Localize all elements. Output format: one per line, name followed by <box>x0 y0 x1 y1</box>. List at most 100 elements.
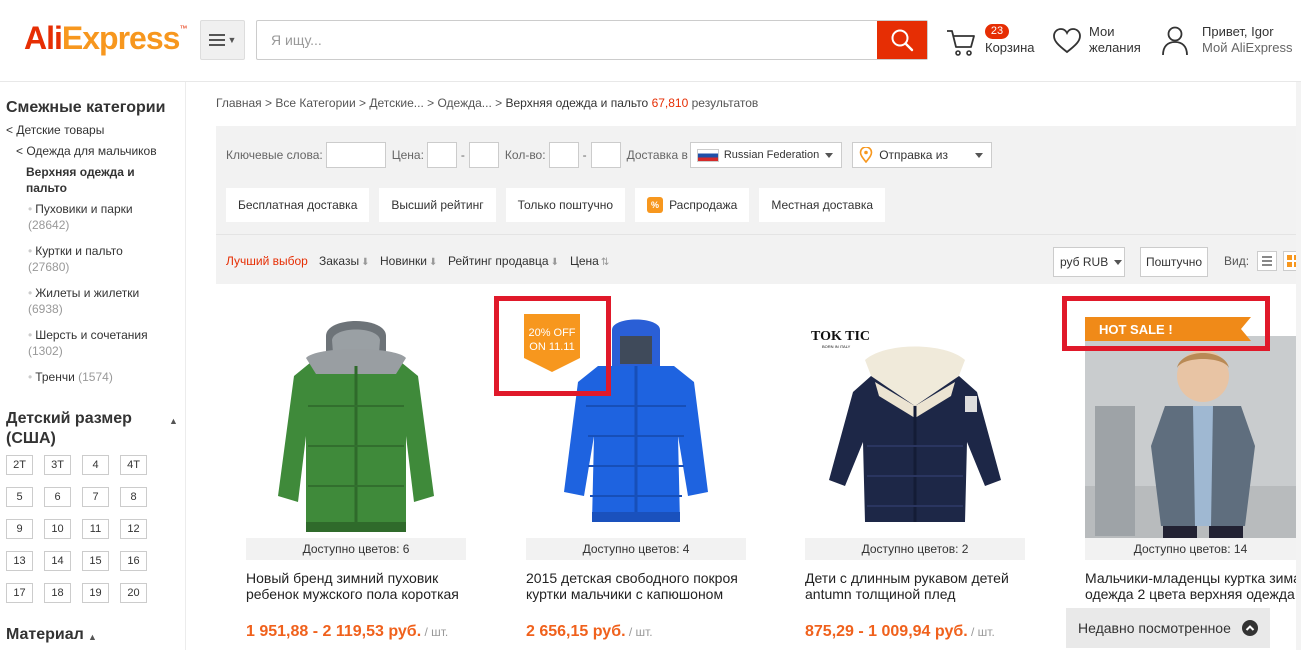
category-parent-link[interactable]: < Детские товары <box>6 122 104 138</box>
sort-price[interactable]: Цена ⇅ <box>570 254 609 268</box>
size-grid: 2T 3T 4 4T 5 6 7 8 9 10 11 12 13 14 15 1… <box>6 455 156 603</box>
sort-arrow-icon: ⬇ <box>550 257 559 268</box>
breadcrumb-home[interactable]: Главная <box>216 96 262 110</box>
product-title[interactable]: Новый бренд зимний пуховик ребенок мужско… <box>246 570 478 602</box>
page-scrollbar[interactable] <box>1296 82 1301 650</box>
search-bar <box>256 20 928 60</box>
sale-filter[interactable]: % Распродажа <box>635 188 750 222</box>
size-option[interactable]: 15 <box>82 551 109 571</box>
product-card[interactable]: TOK TIC BORN IN ITALY Доступно цветов: 2… <box>805 296 1037 650</box>
size-option[interactable]: 3T <box>44 455 71 475</box>
ship-to-dropdown[interactable]: Russian Federation <box>689 142 843 168</box>
aliexpress-logo[interactable]: AliExpress™ <box>24 20 187 57</box>
size-option[interactable]: 18 <box>44 583 71 603</box>
caret-down-icon <box>825 152 834 158</box>
quantity-min-input[interactable] <box>548 142 579 168</box>
breadcrumb-kids[interactable]: Детские... <box>369 96 423 110</box>
wishlist-label-line2: желания <box>1089 40 1141 55</box>
size-option[interactable]: 6 <box>44 487 71 507</box>
product-image[interactable]: TOK TIC BORN IN ITALY <box>805 296 1025 538</box>
breadcrumb-clothing[interactable]: Одежда... <box>437 96 491 110</box>
size-option[interactable]: 8 <box>120 487 147 507</box>
filter-row: Ключевые слова: Цена: - Кол-во: - Достав… <box>226 141 993 169</box>
subcategory-item[interactable]: • Жилеты и жилетки (6938) <box>28 285 178 317</box>
category-sub-link[interactable]: < Одежда для мальчиков <box>16 143 157 159</box>
product-title[interactable]: Мальчики-младенцы куртка зима одежда 2 цв… <box>1085 570 1296 602</box>
breadcrumb-all-categories[interactable]: Все Категории <box>275 96 355 110</box>
currency-dropdown[interactable]: руб RUB <box>1053 247 1125 277</box>
quantity-label: Кол-во: <box>504 148 546 162</box>
size-option[interactable]: 5 <box>6 487 33 507</box>
product-image[interactable] <box>246 296 466 538</box>
keywords-input[interactable] <box>325 142 386 168</box>
per-piece-toggle[interactable]: Поштучно <box>1140 247 1208 277</box>
brand-logo-text: TOK TIC <box>811 329 870 344</box>
hot-sale-banner[interactable]: HOT SALE ! <box>1085 317 1251 341</box>
sort-updown-icon: ⇅ <box>600 257 610 268</box>
discount-badge-line1: 20% OFF <box>528 327 575 339</box>
product-image[interactable] <box>1085 336 1296 538</box>
size-option[interactable]: 2T <box>6 455 33 475</box>
category-menu-button[interactable]: ▼ <box>200 20 245 60</box>
russia-flag-icon <box>696 148 719 162</box>
recently-viewed-button[interactable]: Недавно посмотренное <box>1066 608 1270 648</box>
price-min-input[interactable] <box>426 142 457 168</box>
size-option[interactable]: 7 <box>82 487 109 507</box>
size-option[interactable]: 17 <box>6 583 33 603</box>
subcategory-item[interactable]: • Куртки и пальто (27680) <box>28 243 178 275</box>
ship-to-label: Доставка в <box>626 148 688 162</box>
size-filter-heading: Детский размер (США) <box>6 410 132 447</box>
product-title[interactable]: Дети с длинным рукавом детей antumn толщи… <box>805 570 1037 602</box>
size-option[interactable]: 19 <box>82 583 109 603</box>
sort-orders[interactable]: Заказы ⬇ <box>319 254 370 268</box>
sort-best-match[interactable]: Лучший выбор <box>226 254 308 268</box>
subcategory-item[interactable]: • Тренчи (1574) <box>28 369 178 385</box>
wishlist-label-line1: Мои <box>1089 24 1115 39</box>
filter-panel: Ключевые слова: Цена: - Кол-во: - Достав… <box>216 126 1301 284</box>
size-option[interactable]: 16 <box>120 551 147 571</box>
sort-newest[interactable]: Новинки ⬇ <box>380 254 437 268</box>
ship-from-dropdown[interactable]: Отправка из <box>852 142 993 168</box>
quantity-max-input[interactable] <box>590 142 621 168</box>
sort-seller-rating[interactable]: Рейтинг продавца ⬇ <box>448 254 559 268</box>
caret-down-icon: ▼ <box>227 35 237 45</box>
collapse-triangle-icon[interactable]: ▲ <box>169 416 178 426</box>
product-card[interactable]: Доступно цветов: 6 Новый бренд зимний пу… <box>246 296 478 650</box>
product-title[interactable]: 2015 детская свободного покроя куртки мал… <box>526 570 758 602</box>
search-button[interactable] <box>877 21 927 59</box>
size-option[interactable]: 13 <box>6 551 33 571</box>
collapse-triangle-icon[interactable]: ▲ <box>88 632 97 642</box>
size-option[interactable]: 9 <box>6 519 33 539</box>
cart-link[interactable]: 23 Корзина <box>945 22 1040 62</box>
available-colors: Доступно цветов: 2 <box>805 538 1025 560</box>
free-shipping-filter[interactable]: Бесплатная доставка <box>226 188 370 222</box>
price-max-input[interactable] <box>468 142 499 168</box>
subcategory-item[interactable]: • Пуховики и парки (28642) <box>28 201 178 233</box>
size-option[interactable]: 20 <box>120 583 147 603</box>
single-piece-filter[interactable]: Только поштучно <box>505 188 626 222</box>
top-rated-filter[interactable]: Высший рейтинг <box>379 188 496 222</box>
local-shipping-filter[interactable]: Местная доставка <box>759 188 886 222</box>
size-option[interactable]: 10 <box>44 519 71 539</box>
size-option[interactable]: 4T <box>120 455 147 475</box>
size-option[interactable]: 11 <box>82 519 109 539</box>
size-option[interactable]: 4 <box>82 455 109 475</box>
available-colors: Доступно цветов: 6 <box>246 538 466 560</box>
size-option[interactable]: 14 <box>44 551 71 571</box>
search-icon <box>891 29 914 52</box>
list-view-icon[interactable] <box>1257 251 1277 271</box>
wishlist-link[interactable]: Мои желания <box>1052 22 1152 62</box>
search-input[interactable] <box>257 21 877 59</box>
available-colors: Доступно цветов: 4 <box>526 538 746 560</box>
my-aliexpress-label: Мой AliExpress <box>1202 40 1293 55</box>
account-link[interactable]: Привет, Igor Мой AliExpress <box>1160 22 1300 62</box>
product-price: 2 656,15 руб. / шт. <box>526 623 653 640</box>
cart-icon <box>947 30 975 56</box>
size-option[interactable]: 12 <box>120 519 147 539</box>
green-jacket-illustration <box>278 321 434 532</box>
chevron-up-icon <box>1242 620 1258 636</box>
material-filter-heading: Материал <box>6 626 84 643</box>
subcategory-item[interactable]: • Шерсть и сочетания (1302) <box>28 327 178 359</box>
discount-badge[interactable]: 20% OFF ON 11.11 <box>524 314 584 376</box>
sort-bar: Лучший выбор Заказы ⬇ Новинки ⬇ Рейтинг пр… <box>216 234 1301 284</box>
